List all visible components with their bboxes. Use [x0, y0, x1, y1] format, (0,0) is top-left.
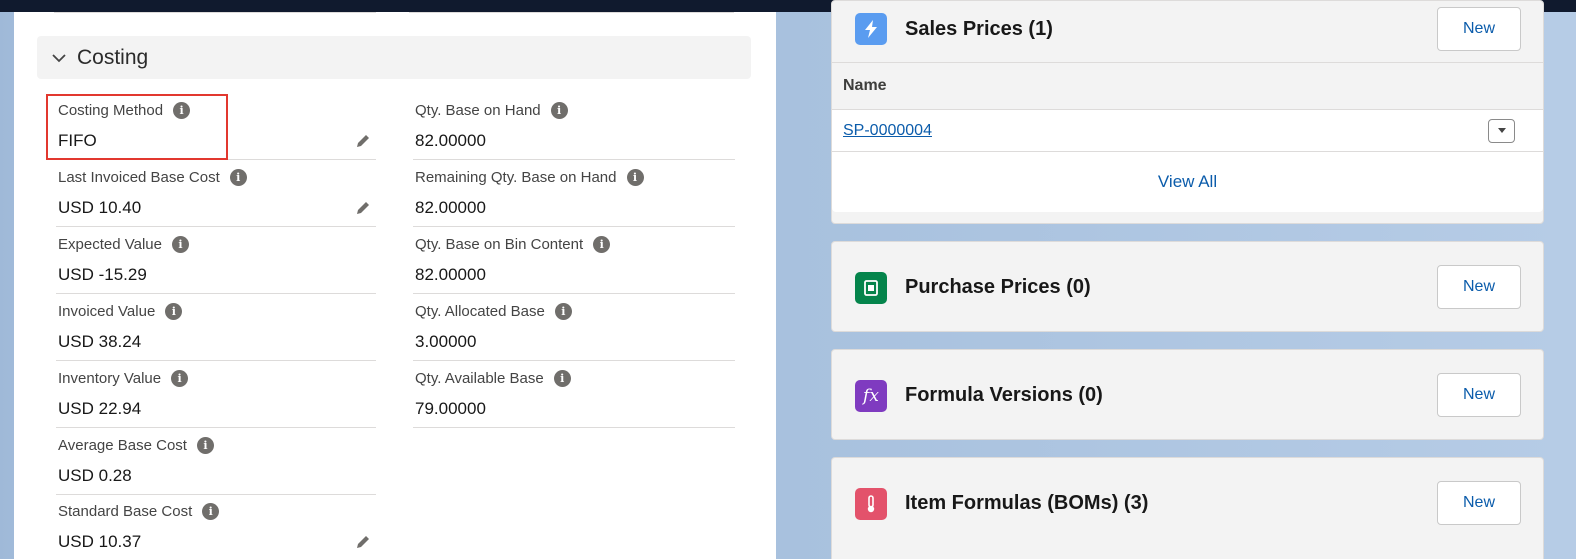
field-value: 82.00000 — [415, 265, 486, 284]
formula-versions-card: fx Formula Versions (0) New — [831, 349, 1544, 440]
info-icon[interactable]: i — [165, 303, 183, 320]
card-title[interactable]: Sales Prices (1) — [905, 18, 1053, 41]
table-row: SP-0000004 — [832, 110, 1543, 152]
info-icon[interactable]: i — [554, 303, 572, 320]
purchase-prices-card: Purchase Prices (0) New — [831, 241, 1544, 332]
previous-field-dividers — [14, 12, 776, 24]
field-value: 79.00000 — [415, 399, 486, 418]
card-title[interactable]: Item Formulas (BOMs) (3) — [905, 492, 1148, 515]
field-label: Expected Value — [58, 236, 162, 253]
pencil-edit-icon[interactable] — [354, 199, 372, 217]
lightning-icon — [855, 13, 887, 45]
field-qty-base-on-bin-content: Qty. Base on Bin Content i 82.00000 — [413, 228, 735, 294]
formula-icon: fx — [855, 380, 887, 412]
view-all-row: View All — [832, 152, 1543, 212]
field-value: 82.00000 — [415, 131, 486, 150]
info-icon[interactable]: i — [171, 370, 189, 387]
info-icon[interactable]: i — [550, 102, 568, 119]
new-sales-price-button[interactable]: New — [1437, 7, 1521, 51]
new-formula-version-button[interactable]: New — [1437, 373, 1521, 417]
field-value: USD 38.24 — [58, 332, 142, 351]
thermometer-icon — [855, 488, 887, 520]
info-icon[interactable]: i — [229, 169, 247, 186]
sales-prices-card: Sales Prices (1) New Name SP-0000004 Vie… — [831, 0, 1544, 224]
info-icon[interactable]: i — [196, 437, 214, 454]
card-title[interactable]: Purchase Prices (0) — [905, 276, 1091, 299]
field-value: USD 22.94 — [58, 399, 142, 418]
table-header: Name — [832, 62, 1543, 110]
field-label: Standard Base Cost — [58, 503, 193, 520]
field-qty-available-base: Qty. Available Base i 79.00000 — [413, 362, 735, 428]
field-value: 82.00000 — [415, 198, 486, 217]
field-value: USD 0.28 — [58, 466, 132, 485]
field-label: Inventory Value — [58, 370, 162, 387]
pencil-edit-icon[interactable] — [354, 132, 372, 150]
field-remaining-qty-base-on-hand: Remaining Qty. Base on Hand i 82.00000 — [413, 161, 735, 227]
field-last-invoiced-base-cost: Last Invoiced Base Cost i USD 10.40 — [56, 161, 376, 227]
info-icon[interactable]: i — [626, 169, 644, 186]
field-value: USD -15.29 — [58, 265, 147, 284]
new-purchase-price-button[interactable]: New — [1437, 265, 1521, 309]
field-label: Qty. Available Base — [415, 370, 544, 387]
field-invoiced-value: Invoiced Value i USD 38.24 — [56, 295, 376, 361]
info-icon[interactable]: i — [593, 236, 611, 253]
price-book-icon — [855, 272, 887, 304]
section-title: Costing — [77, 45, 149, 69]
field-inventory-value: Inventory Value i USD 22.94 — [56, 362, 376, 428]
field-value: USD 10.37 — [58, 532, 142, 551]
caret-down-icon — [1497, 128, 1506, 133]
field-label: Qty. Allocated Base — [415, 303, 545, 320]
record-detail-panel: Costing Costing Method i FIFO Last Invoic… — [14, 12, 776, 559]
costing-method-highlight — [46, 94, 228, 160]
view-all-link[interactable]: View All — [832, 172, 1543, 192]
column-header-name[interactable]: Name — [843, 77, 887, 95]
info-icon[interactable]: i — [553, 370, 571, 387]
info-icon[interactable]: i — [171, 236, 189, 253]
card-title[interactable]: Formula Versions (0) — [905, 384, 1103, 407]
info-icon[interactable]: i — [202, 503, 220, 520]
field-label: Qty. Base on Hand — [415, 102, 541, 119]
field-average-base-cost: Average Base Cost i USD 0.28 — [56, 429, 376, 495]
field-qty-allocated-base: Qty. Allocated Base i 3.00000 — [413, 295, 735, 361]
field-qty-base-on-hand: Qty. Base on Hand i 82.00000 — [413, 94, 735, 160]
chevron-down-icon — [52, 53, 66, 62]
field-standard-base-cost: Standard Base Cost i USD 10.37 — [56, 495, 376, 559]
field-label: Invoiced Value — [58, 303, 156, 320]
pencil-edit-icon[interactable] — [354, 533, 372, 551]
field-label: Last Invoiced Base Cost — [58, 169, 220, 186]
row-actions-dropdown[interactable] — [1488, 119, 1515, 143]
field-label: Remaining Qty. Base on Hand — [415, 169, 617, 186]
sales-price-link[interactable]: SP-0000004 — [843, 122, 932, 140]
field-value: USD 10.40 — [58, 198, 142, 217]
field-label: Qty. Base on Bin Content — [415, 236, 584, 253]
field-value: 3.00000 — [415, 332, 477, 351]
field-expected-value: Expected Value i USD -15.29 — [56, 228, 376, 294]
costing-section-header[interactable]: Costing — [37, 36, 751, 79]
new-item-formula-button[interactable]: New — [1437, 481, 1521, 525]
field-label: Average Base Cost — [58, 437, 187, 454]
item-formulas-card: Item Formulas (BOMs) (3) New — [831, 457, 1544, 559]
